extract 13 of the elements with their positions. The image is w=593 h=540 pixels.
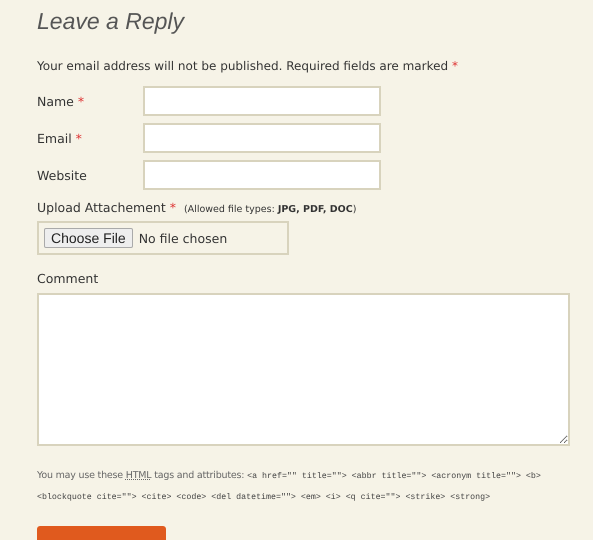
- required-notice: Your email address will not be published. Required fields are marked *: [37, 59, 459, 73]
- text-field[interactable]: [143, 86, 381, 116]
- text-field[interactable]: [143, 123, 381, 153]
- allowed-tags-note: You may use these HTML tags and attributes: <a href="" title=""> <abbr title=""> <acronym title=""> <b> <blockquote cite=""> <cite> <code> <del datetime=""> <em> <i> <q cite=""> <strike> <strong>: [37, 469, 542, 504]
- field-label: Website: [37, 168, 88, 182]
- comment-field[interactable]: [37, 293, 570, 446]
- field-label: Email *: [37, 130, 83, 146]
- section-heading: Leave a Reply: [37, 8, 186, 35]
- comment-label: Comment: [37, 271, 100, 286]
- text-field[interactable]: [143, 160, 381, 190]
- upload-label: Upload Attachement * (Allowed file types: JPG, PDF, DOC): [37, 200, 358, 215]
- field-label: Name *: [37, 94, 86, 108]
- file-field[interactable]: Choose File No file chosen: [37, 221, 289, 255]
